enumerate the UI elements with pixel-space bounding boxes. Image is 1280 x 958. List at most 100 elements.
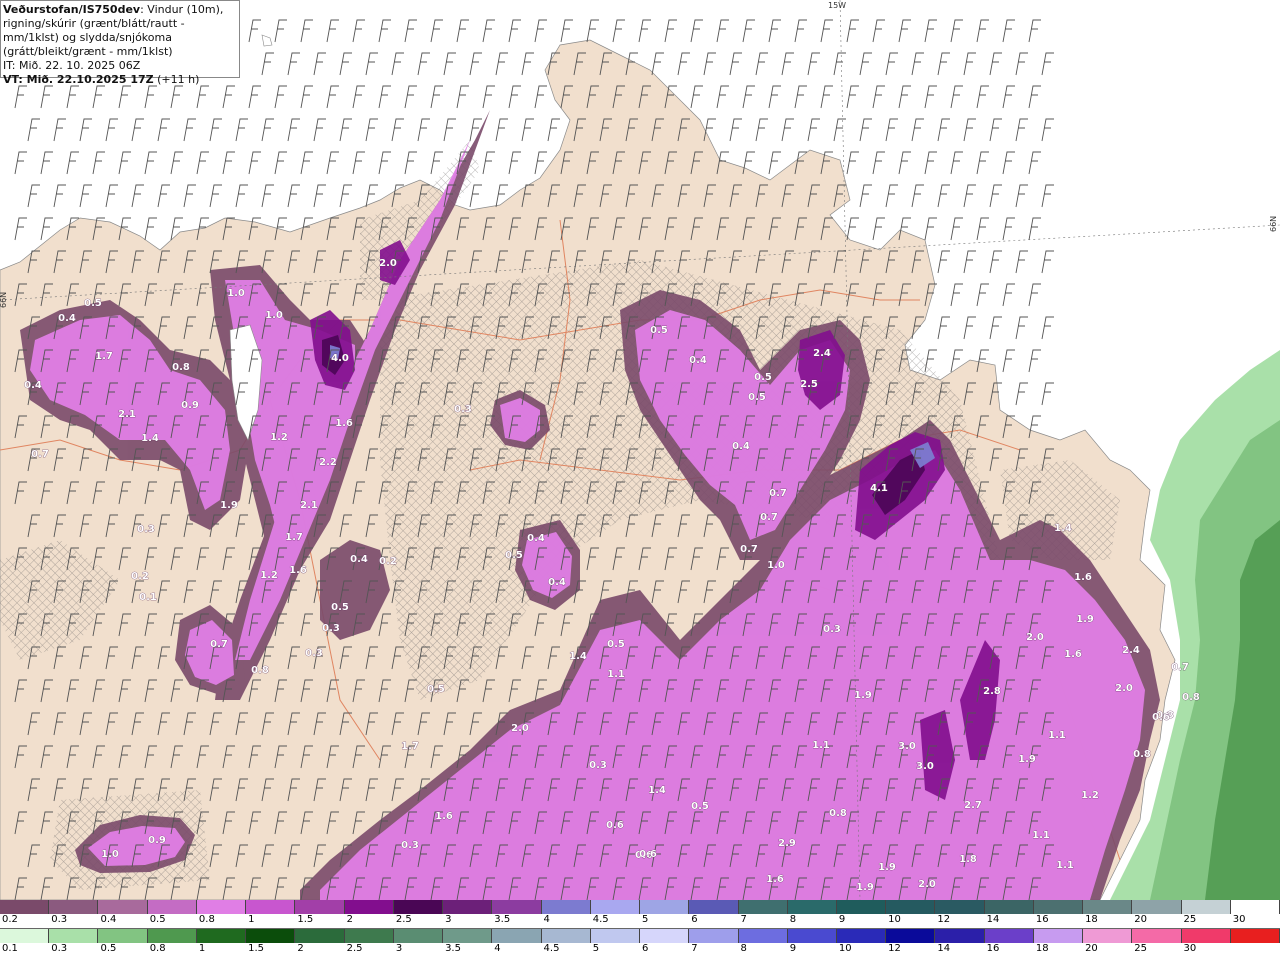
legend-label: 2 — [297, 943, 304, 954]
legend-swatch — [344, 929, 394, 943]
weather-map: 15W 66N 66N 0.5 0.4 1.7 0.8 0.4 2.1 0.9 1.4 0.7 1… — [0, 0, 1280, 900]
precip-value: 1.9 — [220, 500, 238, 511]
precip-value: 1.2 — [260, 570, 278, 581]
legend-label: 18 — [1035, 943, 1049, 954]
precip-value: 0.6 — [639, 849, 657, 860]
precip-value: 0.8 — [251, 665, 269, 676]
legend-swatch — [98, 929, 148, 943]
precip-value: 0.4 — [527, 533, 545, 544]
legend-swatch — [590, 900, 641, 914]
precip-value: 0.5 — [691, 801, 709, 812]
legend-label: 2.5 — [395, 914, 412, 925]
precip-value: 0.5 — [650, 325, 668, 336]
legend-swatch — [98, 900, 148, 914]
legend-swatch — [787, 900, 837, 914]
legend-swatch — [1132, 900, 1182, 914]
legend-label: 3.5 — [445, 943, 461, 954]
precip-value: 2.1 — [118, 409, 136, 420]
valid-time-line: VT: Mið. 22.10.2025 17Z (+11 h) — [3, 73, 239, 87]
legend-swatch — [147, 900, 197, 914]
precip-value: 2.9 — [778, 838, 796, 849]
precip-value: 1.7 — [285, 532, 303, 543]
legend-label: 30 — [1232, 914, 1246, 925]
legend-label: 5 — [592, 943, 600, 954]
precip-value: 2.4 — [1122, 645, 1140, 656]
legend-label: 0.8 — [198, 914, 215, 925]
legend-swatch — [738, 929, 788, 943]
legend-swatch — [196, 900, 247, 914]
precip-value: 1.6 — [335, 418, 353, 429]
legend-label: 1.5 — [248, 943, 265, 954]
precip-value: 1.1 — [1032, 830, 1050, 841]
precip-value: 1.7 — [401, 741, 419, 752]
legend-rain-colorbar — [0, 929, 1280, 943]
precip-value: 0.8 — [1182, 692, 1200, 703]
precip-value: 0.7 — [769, 488, 787, 499]
legend-label: 0.3 — [51, 943, 68, 954]
legend-label: 16 — [1035, 914, 1049, 925]
precip-value: 0.4 — [548, 577, 566, 588]
precip-value: 1.9 — [1018, 754, 1036, 765]
legend-label: 0.1 — [2, 943, 18, 954]
legend-swatch — [0, 929, 50, 943]
legend-label: 6 — [642, 943, 649, 954]
legend-label: 1 — [198, 943, 206, 954]
legend-swatch — [393, 929, 444, 943]
legend-swatch — [393, 900, 444, 914]
precip-value: 2.0 — [379, 258, 397, 269]
precip-value: 0.7 — [210, 639, 228, 650]
precip-value: 2.5 — [800, 379, 818, 390]
legend-label: 4.5 — [543, 943, 560, 954]
precip-value: 0.4 — [732, 441, 750, 452]
precip-value: 1.4 — [141, 433, 159, 444]
legend-swatch — [1033, 929, 1084, 943]
legend-label: 0.4 — [100, 914, 117, 925]
precip-value: 1.1 — [1048, 730, 1066, 741]
legend-swatch — [935, 900, 985, 914]
legend-label: 10 — [838, 943, 852, 954]
precip-value: 0.3 — [401, 840, 419, 851]
precip-value: 0.1 — [139, 592, 157, 603]
precip-value: 0.5 — [754, 372, 772, 383]
precip-value: 0.9 — [148, 835, 166, 846]
legend-swatch — [886, 900, 936, 914]
legend-swatch — [147, 929, 197, 943]
legend-label: 1 — [248, 914, 255, 925]
legend-label: 20 — [1134, 914, 1148, 925]
precip-value: 2.1 — [300, 500, 318, 511]
legend-label: 5 — [642, 914, 649, 925]
legend-swatch — [1181, 900, 1231, 914]
precip-value: 1.1 — [1056, 860, 1074, 871]
legend-label: 0.8 — [149, 943, 166, 954]
legend-label: 9 — [789, 943, 797, 954]
legend-swatch — [590, 929, 641, 943]
legend-label: 4 — [543, 914, 550, 925]
precip-value: 1.9 — [856, 882, 874, 893]
legend-label: 25 — [1183, 914, 1197, 925]
precip-value: 4.0 — [331, 353, 349, 364]
legend-swatch — [640, 929, 690, 943]
precip-value: 0.8 — [172, 362, 190, 373]
precip-value: 1.1 — [607, 669, 625, 680]
legend-swatch — [443, 929, 493, 943]
brand-name: Veðurstofan/IS750dev — [3, 3, 141, 16]
legend-swatch — [935, 929, 985, 943]
precip-value: 2.8 — [983, 686, 1001, 697]
legend-swatch — [49, 929, 99, 943]
precip-value: 2.2 — [319, 457, 337, 468]
precip-value: 4.1 — [870, 483, 888, 494]
legend-swatch — [492, 929, 542, 943]
legend-label: 16 — [986, 943, 1000, 954]
legend-label: 2 — [346, 914, 353, 925]
legend-label: 3 — [395, 943, 403, 954]
precip-value: 0.3 — [589, 760, 607, 771]
legend-swatch — [246, 929, 296, 943]
precip-value: 1.2 — [1081, 790, 1099, 801]
legend-swatch — [886, 929, 936, 943]
legend-swatch — [295, 900, 345, 914]
init-time: IT: Mið. 22. 10. 2025 06Z — [3, 59, 141, 72]
legend-swatch — [984, 900, 1034, 914]
precip-value: 1.6 — [289, 565, 307, 576]
legend-swatch — [295, 929, 345, 943]
precip-value: 2.0 — [1026, 632, 1044, 643]
